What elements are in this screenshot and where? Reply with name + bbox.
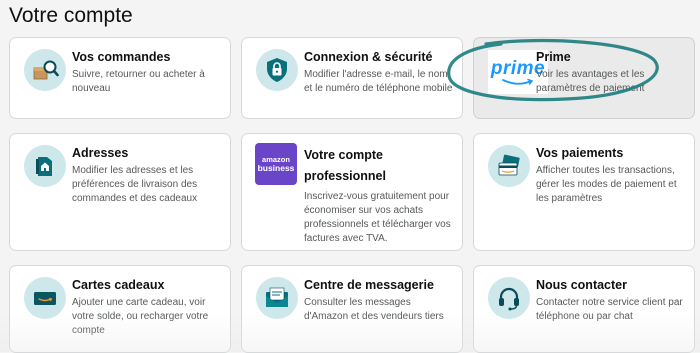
card-payments[interactable]: Vos paiements Afficher toutes les transa…	[473, 133, 695, 251]
card-title: Connexion & sécurité	[304, 50, 433, 64]
amazon-business-logo: amazon business	[255, 143, 297, 185]
card-contact[interactable]: Nous contacter Contacter notre service c…	[473, 265, 695, 353]
envelope-icon	[256, 277, 298, 319]
card-giftcards[interactable]: Cartes cadeaux Ajouter une carte cadeau,…	[9, 265, 231, 353]
card-title: Vos paiements	[536, 146, 624, 160]
house-map-icon	[24, 145, 66, 187]
card-description: Suivre, retourner ou acheter à nouveau	[72, 69, 205, 94]
card-description: Consulter les messages d'Amazon et des v…	[304, 297, 444, 322]
card-title: Votre compte professionnel	[304, 148, 386, 183]
card-messages[interactable]: Centre de messagerie Consulter les messa…	[241, 265, 463, 353]
card-description: Modifier l'adresse e-mail, le nom et le …	[304, 69, 453, 94]
card-description: Inscrivez-vous gratuitement pour économi…	[304, 191, 451, 244]
gift-card-icon	[24, 277, 66, 319]
card-business[interactable]: amazon business Votre compte professionn…	[241, 133, 463, 251]
card-prime[interactable]: prime Prime Voir les avantages et les pa…	[473, 37, 695, 119]
card-description: Contacter notre service client par télép…	[536, 297, 683, 322]
page-title: Votre compte	[9, 4, 133, 27]
lock-shield-icon	[256, 49, 298, 91]
card-title: Centre de messagerie	[304, 278, 434, 292]
account-cards-grid: Vos commandes Suivre, retourner ou achet…	[9, 37, 695, 353]
card-description: Afficher toutes les transactions, gérer …	[536, 165, 677, 204]
card-addresses[interactable]: Adresses Modifier les adresses et les pr…	[9, 133, 231, 251]
card-title: Nous contacter	[536, 278, 627, 292]
card-title: Prime	[536, 50, 571, 64]
card-description: Modifier les adresses et les préférences…	[72, 165, 198, 204]
card-title: Cartes cadeaux	[72, 278, 165, 292]
card-description: Voir les avantages et les paramètres de …	[536, 69, 645, 94]
card-security[interactable]: Connexion & sécurité Modifier l'adresse …	[241, 37, 463, 119]
headset-icon	[488, 277, 530, 319]
card-title: Vos commandes	[72, 50, 171, 64]
card-title: Adresses	[72, 146, 129, 160]
smile-arrow-icon	[502, 78, 534, 85]
payment-cards-icon	[488, 145, 530, 187]
business-logo-line2: business	[257, 163, 295, 173]
card-description: Ajouter une carte cadeau, voir votre sol…	[72, 297, 209, 336]
card-orders[interactable]: Vos commandes Suivre, retourner ou achet…	[9, 37, 231, 119]
package-search-icon	[24, 49, 66, 91]
